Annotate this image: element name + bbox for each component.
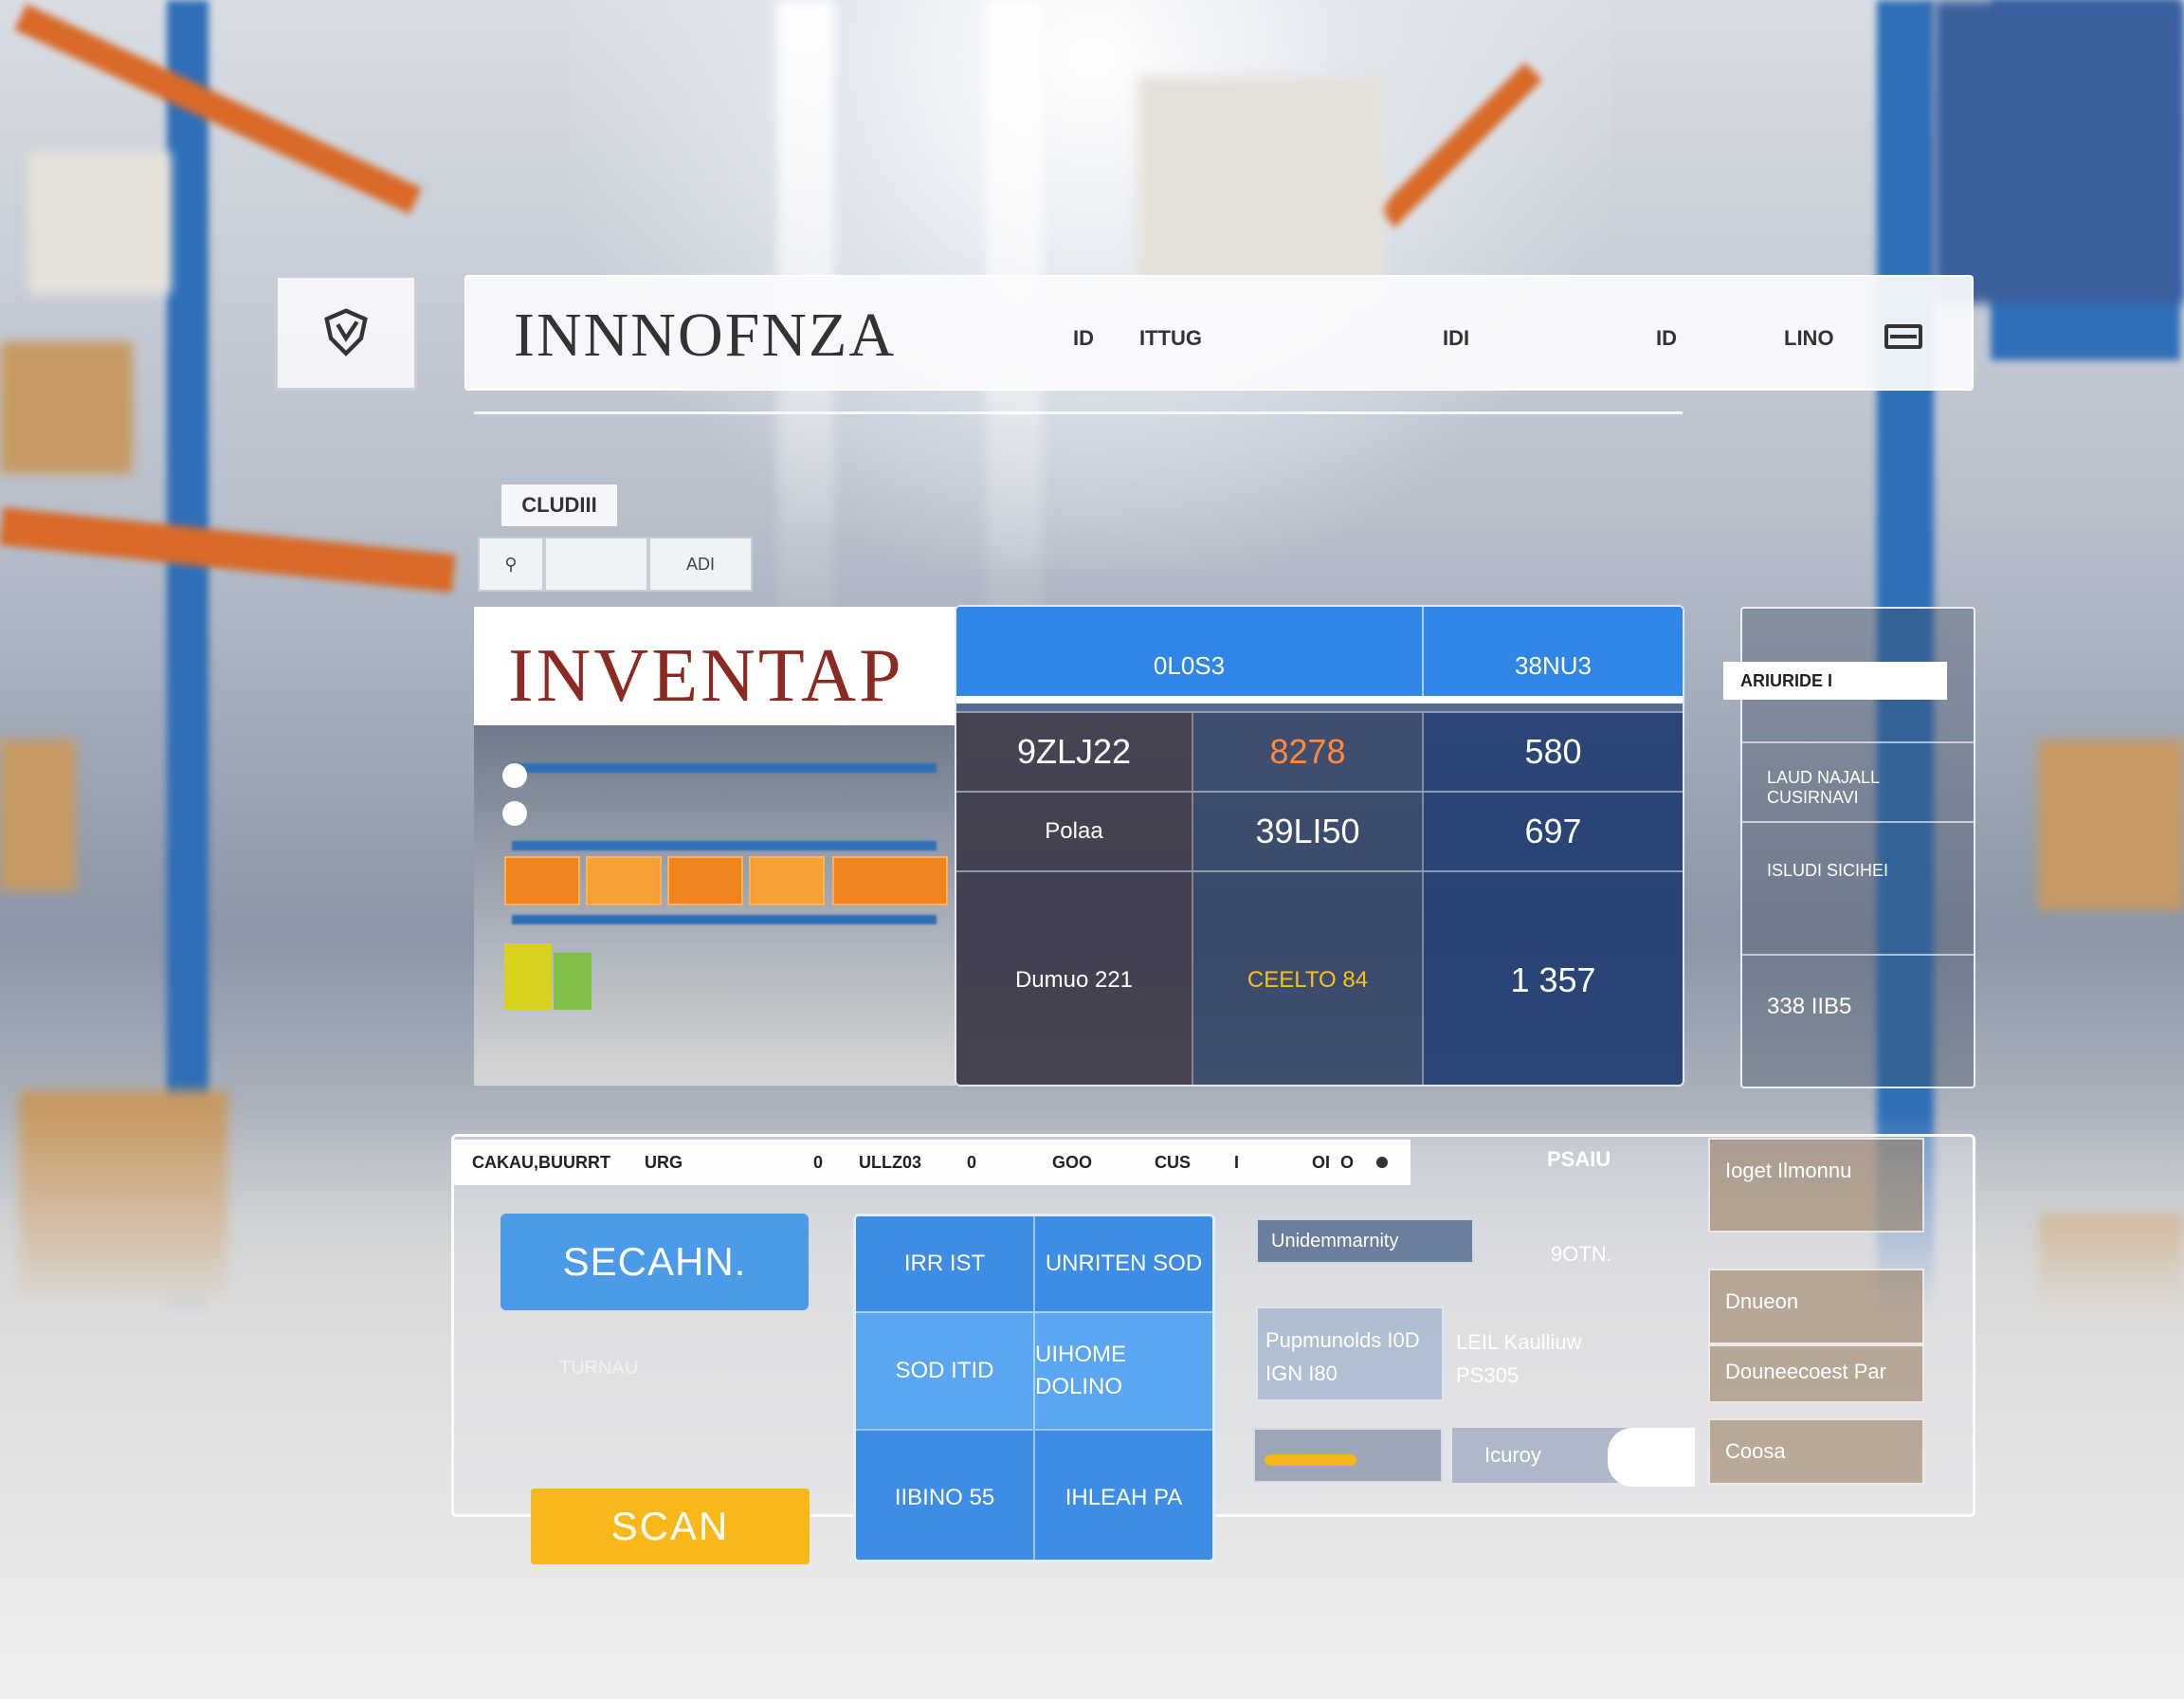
grid-cell: IRR IST [903, 1251, 986, 1277]
table-cell: 9ZLJ22 [956, 713, 1193, 791]
settings-icon[interactable] [1376, 1157, 1388, 1168]
location-note: LEIL Kaulliuw PS305 [1456, 1330, 1582, 1388]
scan-progress-bar [1253, 1428, 1443, 1483]
app-logo[interactable] [275, 275, 417, 391]
nav-item-3[interactable]: IDI [1443, 326, 1469, 351]
toolbar-item[interactable]: 0 [813, 1153, 823, 1173]
details-cell[interactable]: 338 IIB5 [1742, 954, 1974, 1090]
right-card[interactable]: Coosa [1708, 1418, 1924, 1485]
inventory-header: INVENTAP [474, 607, 956, 725]
inventory-title: INVENTAP [508, 634, 904, 718]
stock-item [832, 856, 948, 905]
app-title: INNNOFNZA [514, 301, 896, 370]
column-header[interactable]: 38NU3 [1424, 607, 1683, 696]
table-row[interactable]: Dumuo 221 CEELTO 84 1 357 [956, 870, 1683, 1085]
scan-progress-fill [1265, 1454, 1356, 1466]
location-field[interactable]: Unidemmarnity [1256, 1218, 1474, 1264]
toolbar-item[interactable]: O [1340, 1153, 1354, 1173]
scan-hint: TURNAU [559, 1358, 639, 1379]
camera-icon [502, 763, 527, 788]
table-cell: 8278 [1193, 713, 1424, 791]
toolbar-item[interactable]: CAKAU,BUURRT [472, 1153, 610, 1173]
right-card[interactable]: Ioget Ilmonnu [1708, 1138, 1924, 1233]
grid-cell: IIBINO 55 [894, 1485, 995, 1511]
filter-button[interactable]: CLUDIII [499, 482, 620, 529]
toolbar-item[interactable]: GOO [1052, 1153, 1092, 1173]
shield-icon [324, 308, 368, 356]
grid-row[interactable]: IRR IST UNRITEN SOD [856, 1216, 1212, 1311]
scan-primary-button[interactable]: SECAHN. [500, 1214, 809, 1310]
scan-toolbar: CAKAU,BUURRT URG 0 ULLZ03 0 GOO CUS I OI… [451, 1140, 1410, 1185]
header-divider [474, 411, 1683, 414]
location-details[interactable]: Pupmunolds I0D IGN I80 [1256, 1306, 1444, 1401]
inventory-table: 0L0S3 38NU3 9ZLJ22 8278 580 Polaa 39LI50… [955, 605, 1684, 1087]
table-row[interactable]: 9ZLJ22 8278 580 [956, 711, 1683, 791]
right-card[interactable]: Douneecoest Par [1708, 1344, 1924, 1403]
grid-cell: UNRITEN SOD [1033, 1216, 1212, 1311]
grid-cell: UIHOME DOLINO [1033, 1313, 1212, 1429]
table-cell: 580 [1424, 713, 1683, 791]
stock-item [749, 856, 825, 905]
right-card[interactable]: Dnueon [1708, 1269, 1924, 1344]
table-header: 0L0S3 38NU3 [956, 607, 1683, 703]
table-cell: 697 [1424, 793, 1683, 870]
grid-row[interactable]: SOD ITID UIHOME DOLINO [856, 1311, 1212, 1429]
table-cell: 1 357 [1424, 872, 1683, 1085]
toggle-knob[interactable] [1608, 1428, 1695, 1487]
menu-icon[interactable] [1884, 324, 1922, 349]
status-title: PSAIU [1547, 1147, 1611, 1171]
scan-button[interactable]: SCAN [531, 1489, 810, 1564]
toolbar-item[interactable]: ULLZ03 [859, 1153, 921, 1173]
stock-item [667, 856, 743, 905]
table-cell: 39LI50 [1193, 793, 1424, 870]
stock-item [504, 943, 552, 1010]
top-header: INNNOFNZA ID ITTUG IDI ID LINO [464, 275, 1974, 391]
search-submit-button[interactable]: ADI [648, 537, 753, 592]
table-cell: Polaa [956, 793, 1193, 870]
table-cell: Dumuo 221 [956, 872, 1193, 1085]
status-value: 9OTN. [1551, 1242, 1612, 1266]
grid-row[interactable]: IIBINO 55 IHLEAH PA [856, 1429, 1212, 1560]
grid-cell: IHLEAH PA [1033, 1431, 1212, 1560]
nav-item-2[interactable]: ITTUG [1139, 326, 1202, 351]
nav-item-4[interactable]: ID [1656, 326, 1677, 351]
column-header[interactable]: 0L0S3 [956, 607, 1424, 696]
details-panel: ARIURIDE I LAUD NAJALL CUSIRNAVI ISLUDI … [1723, 607, 1975, 1090]
stock-item [554, 953, 592, 1010]
details-cell[interactable]: LAUD NAJALL CUSIRNAVI [1742, 741, 1974, 821]
stock-item [586, 856, 662, 905]
search-icon[interactable]: ⚲ [478, 537, 544, 592]
stock-item [504, 856, 580, 905]
gear-icon [502, 801, 527, 826]
user-menu[interactable]: LINO [1784, 326, 1834, 351]
table-row[interactable]: Polaa 39LI50 697 [956, 791, 1683, 870]
details-cell[interactable]: ISLUDI SICIHEI [1742, 821, 1974, 954]
toolbar-item[interactable]: CUS [1155, 1153, 1191, 1173]
toolbar-item[interactable]: 0 [967, 1153, 976, 1173]
table-cell: CEELTO 84 [1193, 872, 1424, 1085]
grid-cell: SOD ITID [895, 1358, 994, 1384]
toolbar-item[interactable]: OI [1312, 1153, 1330, 1173]
search-group: ⚲ ADI [478, 537, 753, 592]
inventory-preview-image [474, 725, 956, 1086]
nav-item-1[interactable]: ID [1073, 326, 1094, 351]
scan-results-grid: IRR IST UNRITEN SOD SOD ITID UIHOME DOLI… [853, 1214, 1215, 1562]
details-label: ARIURIDE I [1723, 662, 1947, 700]
toolbar-item[interactable]: I [1234, 1153, 1239, 1173]
search-input[interactable] [544, 537, 648, 592]
toolbar-item[interactable]: URG [645, 1153, 682, 1173]
